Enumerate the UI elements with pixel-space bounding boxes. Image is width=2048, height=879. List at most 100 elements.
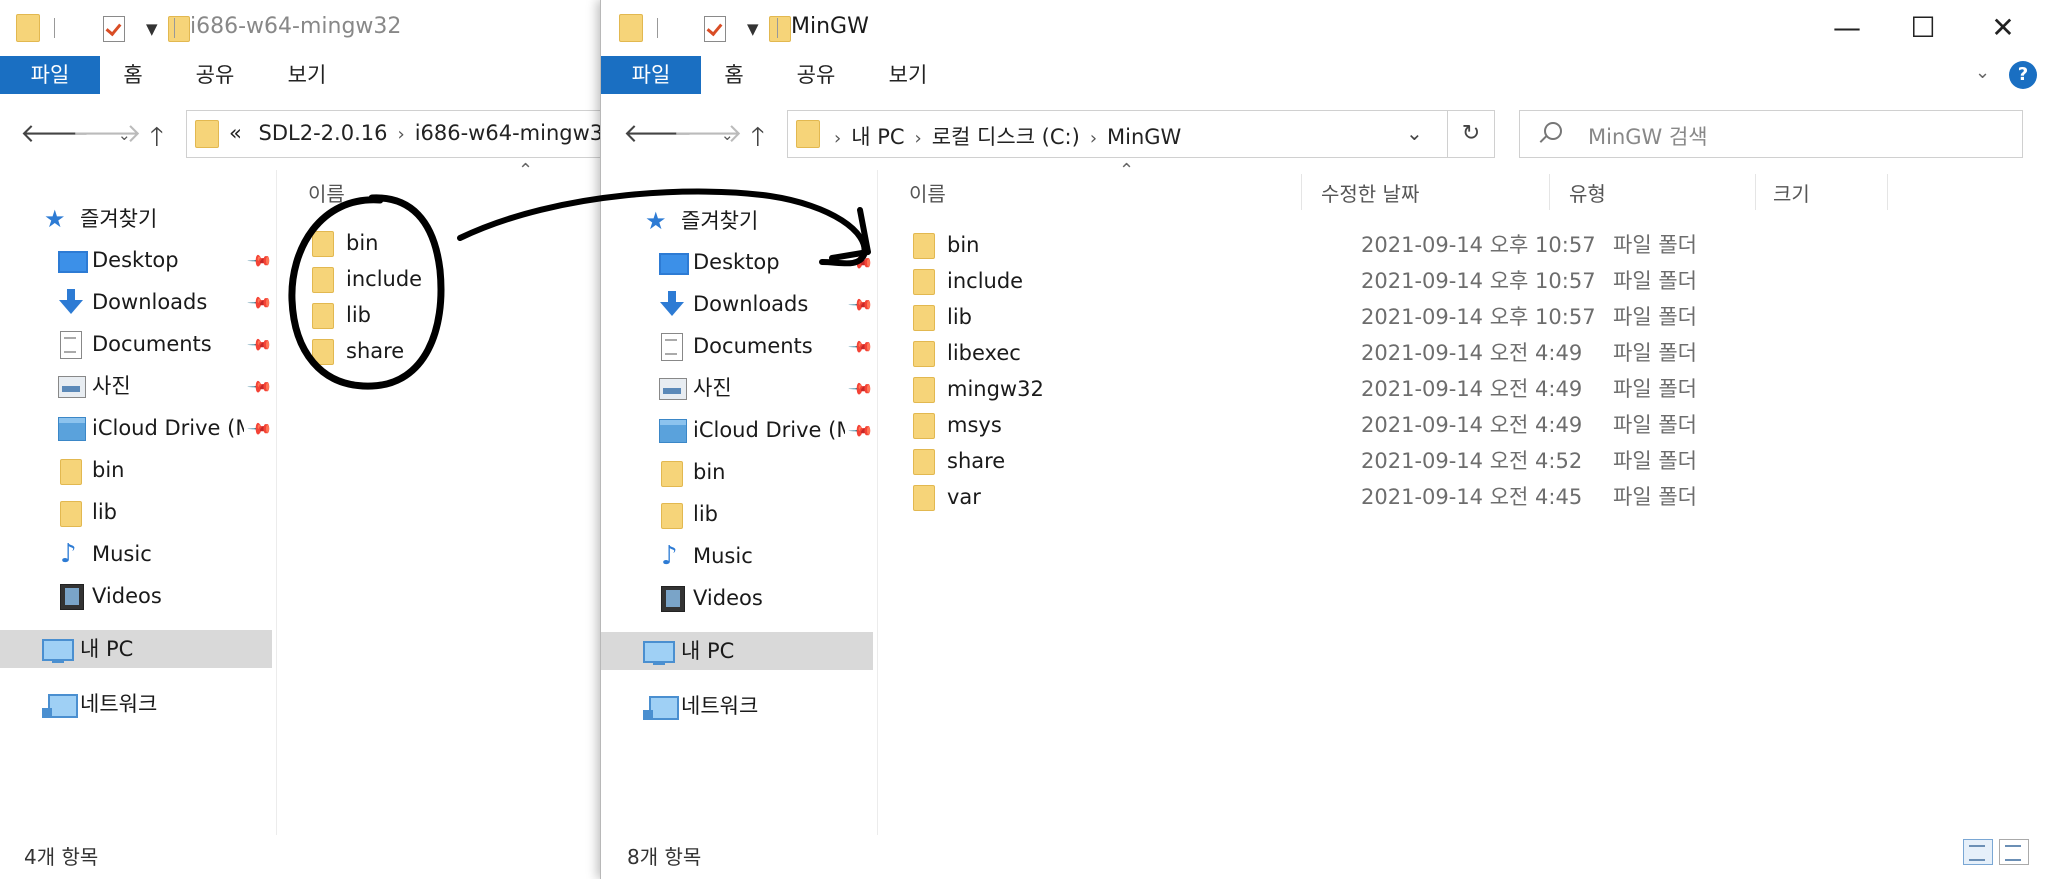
pin-icon[interactable]: 📌: [840, 285, 881, 326]
column-size[interactable]: 크기: [1773, 178, 1810, 207]
tab-view[interactable]: 보기: [266, 56, 348, 94]
nav-music[interactable]: ♪ Music: [601, 537, 873, 575]
list-item[interactable]: bin: [312, 225, 432, 261]
list-item[interactable]: lib: [312, 297, 432, 333]
properties-icon[interactable]: [103, 16, 126, 42]
details-view-icon[interactable]: [1963, 839, 1993, 865]
table-row[interactable]: libexec 2021-09-14 오전 4:49 파일 폴더: [913, 335, 1953, 371]
pin-icon[interactable]: 📌: [840, 369, 881, 410]
pin-icon[interactable]: 📌: [239, 409, 280, 450]
nav-bin[interactable]: bin: [601, 453, 873, 491]
nav-icloud-drive[interactable]: iCloud Drive (M 📌: [601, 411, 875, 449]
nav-music[interactable]: ♪ Music: [0, 535, 272, 573]
recent-locations-chevron-icon[interactable]: ⌄: [118, 126, 131, 144]
table-row[interactable]: bin 2021-09-14 오후 10:57 파일 폴더: [913, 227, 1953, 263]
column-type[interactable]: 유형: [1569, 178, 1606, 207]
nav-icloud-drive[interactable]: iCloud Drive (M 📌: [0, 409, 274, 447]
list-item[interactable]: share: [312, 333, 432, 369]
breadcrumb-sdl2[interactable]: SDL2-2.0.16: [259, 121, 388, 145]
tab-home[interactable]: 홈: [100, 56, 166, 94]
properties-icon[interactable]: [704, 16, 727, 42]
recent-locations-chevron-icon[interactable]: ⌄: [721, 126, 734, 144]
chevron-right-icon[interactable]: ›: [834, 128, 841, 149]
nav-downloads[interactable]: Downloads 📌: [601, 285, 875, 323]
nav-videos[interactable]: Videos: [0, 577, 272, 615]
list-item[interactable]: include: [312, 261, 432, 297]
nav-this-pc[interactable]: 내 PC: [601, 632, 873, 670]
table-row[interactable]: include 2021-09-14 오후 10:57 파일 폴더: [913, 263, 1953, 299]
expand-ribbon-chevron-icon[interactable]: ⌄: [1975, 62, 1990, 83]
nav-pictures[interactable]: 사진 📌: [0, 367, 274, 405]
column-separator[interactable]: [1301, 174, 1302, 210]
column-name[interactable]: 이름: [909, 178, 946, 207]
nav-this-pc[interactable]: 내 PC: [0, 630, 272, 668]
nav-quick-access[interactable]: ★ 즐겨찾기: [0, 200, 272, 238]
nav-network[interactable]: 네트워크: [601, 687, 873, 725]
column-date-modified[interactable]: 수정한 날짜: [1321, 178, 1419, 207]
column-separator[interactable]: [1887, 174, 1888, 210]
nav-documents[interactable]: Documents 📌: [601, 327, 875, 365]
address-bar[interactable]: « SDL2-2.0.16 › i686-w64-mingw32: [186, 110, 600, 158]
search-input[interactable]: MinGW 검색: [1519, 110, 2023, 158]
nav-network[interactable]: 네트워크: [0, 685, 272, 723]
table-row[interactable]: msys 2021-09-14 오전 4:49 파일 폴더: [913, 407, 1953, 443]
pin-icon[interactable]: 📌: [239, 283, 280, 324]
table-row[interactable]: lib 2021-09-14 오후 10:57 파일 폴더: [913, 299, 1953, 335]
table-row[interactable]: var 2021-09-14 오전 4:45 파일 폴더: [913, 479, 1953, 515]
tab-view[interactable]: 보기: [867, 56, 949, 94]
pin-icon[interactable]: 📌: [239, 241, 280, 282]
new-folder-icon[interactable]: [769, 16, 792, 42]
nav-quick-access[interactable]: ★ 즐겨찾기: [601, 202, 873, 240]
forward-arrow-icon[interactable]: 🡒: [72, 118, 142, 149]
table-row[interactable]: share 2021-09-14 오전 4:52 파일 폴더: [913, 443, 1953, 479]
address-bar[interactable]: › 내 PC › 로컬 디스크 (C:) › MinGW ⌄: [787, 110, 1449, 158]
nav-desktop[interactable]: Desktop 📌: [601, 243, 875, 281]
breadcrumb-overflow[interactable]: «: [229, 121, 242, 145]
nav-desktop[interactable]: Desktop 📌: [0, 241, 274, 279]
breadcrumb-this-pc[interactable]: 내 PC: [851, 125, 904, 149]
address-history-chevron-icon[interactable]: ⌄: [1406, 121, 1423, 145]
tab-share[interactable]: 공유: [775, 56, 857, 94]
minimize-button[interactable]: —: [1817, 6, 1877, 50]
breadcrumb-i686[interactable]: i686-w64-mingw32: [415, 121, 600, 145]
pin-icon[interactable]: 📌: [239, 325, 280, 366]
chevron-right-icon[interactable]: ›: [915, 128, 922, 149]
help-icon[interactable]: ?: [2009, 61, 2037, 89]
pin-icon[interactable]: 📌: [239, 367, 280, 408]
tab-share[interactable]: 공유: [174, 56, 256, 94]
chevron-down-icon[interactable]: ▼: [747, 20, 759, 38]
new-folder-icon[interactable]: [168, 16, 191, 42]
nav-documents[interactable]: Documents 📌: [0, 325, 274, 363]
nav-pictures[interactable]: 사진 📌: [601, 369, 875, 407]
breadcrumb-mingw[interactable]: MinGW: [1107, 125, 1181, 149]
tab-home[interactable]: 홈: [701, 56, 767, 94]
column-name[interactable]: 이름: [308, 178, 345, 207]
nav-lib[interactable]: lib: [0, 493, 272, 531]
close-button[interactable]: ✕: [1973, 6, 2033, 50]
nav-downloads[interactable]: Downloads 📌: [0, 283, 274, 321]
column-separator[interactable]: [1755, 174, 1756, 210]
refresh-button[interactable]: ↻: [1447, 110, 1495, 158]
up-arrow-icon[interactable]: 🡑: [150, 118, 164, 162]
chevron-right-icon[interactable]: ›: [1090, 128, 1097, 149]
pane-divider[interactable]: [276, 170, 277, 835]
large-icons-view-icon[interactable]: [1999, 839, 2029, 865]
nav-lib[interactable]: lib: [601, 495, 873, 533]
tab-file[interactable]: 파일: [0, 56, 100, 94]
folder-icon: [913, 377, 935, 403]
up-arrow-icon[interactable]: 🡑: [751, 118, 765, 162]
nav-videos[interactable]: Videos: [601, 579, 873, 617]
pin-icon[interactable]: 📌: [840, 411, 881, 452]
tab-file[interactable]: 파일: [601, 56, 701, 94]
nav-bin[interactable]: bin: [0, 451, 272, 489]
chevron-right-icon[interactable]: ›: [397, 124, 404, 145]
chevron-down-icon[interactable]: ▼: [146, 20, 158, 38]
pane-divider[interactable]: [877, 170, 878, 835]
refresh-icon: ↻: [1461, 121, 1481, 146]
breadcrumb-local-disk[interactable]: 로컬 디스크 (C:): [932, 125, 1080, 149]
table-row[interactable]: mingw32 2021-09-14 오전 4:49 파일 폴더: [913, 371, 1953, 407]
pin-icon[interactable]: 📌: [840, 243, 881, 284]
pin-icon[interactable]: 📌: [840, 327, 881, 368]
column-separator[interactable]: [1549, 174, 1550, 210]
maximize-button[interactable]: ☐: [1893, 6, 1953, 50]
